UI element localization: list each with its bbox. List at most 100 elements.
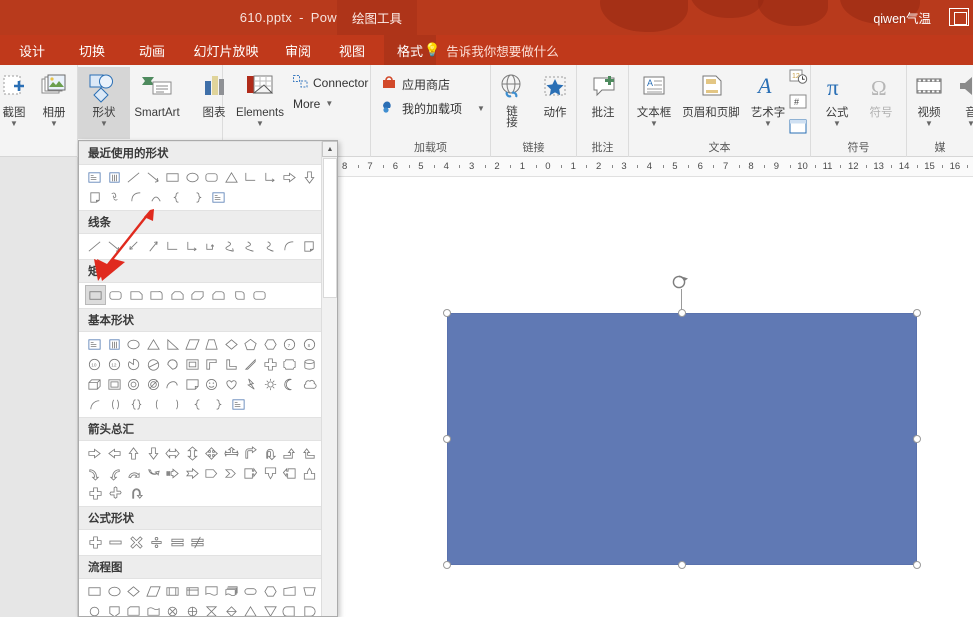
ribbon-button-wordart[interactable]: A 艺术字 ▼: [743, 67, 793, 139]
shape-gallery-item[interactable]: [261, 167, 281, 187]
shapes-gallery-dropdown[interactable]: 最近使用的形状线条矩形基本形状781012箭头总汇公式形状流程图星与旗帜 ▲: [78, 140, 338, 617]
shape-gallery-item[interactable]: [124, 601, 144, 616]
shape-gallery-item[interactable]: [280, 374, 300, 394]
chevron-down-icon[interactable]: ▼: [10, 120, 18, 128]
shape-gallery-item[interactable]: [300, 374, 320, 394]
shape-gallery-item[interactable]: [126, 394, 147, 414]
shape-gallery-item[interactable]: [183, 581, 203, 601]
scrollbar-thumb[interactable]: [323, 158, 337, 298]
shape-gallery-item[interactable]: [124, 581, 144, 601]
shape-gallery-item[interactable]: [241, 334, 261, 354]
ribbon-button-header-footer[interactable]: 页眉和页脚: [677, 67, 745, 139]
shape-gallery-item[interactable]: [280, 601, 300, 616]
shape-gallery-item[interactable]: [280, 354, 300, 374]
resize-handle-sw[interactable]: [443, 561, 451, 569]
ribbon-button-smartart[interactable]: SmartArt: [126, 67, 188, 139]
shape-gallery-item[interactable]: [144, 463, 164, 483]
shape-gallery-item[interactable]: [202, 167, 222, 187]
rotate-icon[interactable]: [671, 273, 690, 292]
shape-gallery-item[interactable]: [208, 285, 229, 305]
chevron-down-icon[interactable]: ▼: [925, 120, 933, 128]
shape-gallery-item[interactable]: [144, 601, 164, 616]
ribbon-button-hyperlink[interactable]: 链接: [491, 67, 533, 139]
shape-gallery-item[interactable]: [241, 443, 261, 463]
shape-gallery-item[interactable]: [300, 601, 320, 616]
ribbon-button-photo-album[interactable]: 相册 ▼: [28, 67, 80, 139]
shape-gallery-item[interactable]: [85, 374, 105, 394]
shape-gallery-item[interactable]: [261, 443, 281, 463]
shape-gallery-item[interactable]: [106, 394, 127, 414]
shape-gallery-item[interactable]: [183, 443, 203, 463]
shape-gallery-item[interactable]: [105, 463, 125, 483]
shape-gallery-item[interactable]: [183, 601, 203, 616]
shape-gallery-item[interactable]: [105, 167, 125, 187]
resize-handle-se[interactable]: [913, 561, 921, 569]
shape-gallery-item[interactable]: [183, 236, 203, 256]
slide-canvas[interactable]: [337, 177, 973, 617]
shape-gallery-item[interactable]: [300, 236, 320, 256]
shape-gallery-item[interactable]: [261, 354, 281, 374]
shape-gallery-item[interactable]: [85, 236, 105, 256]
chevron-down-icon[interactable]: ▼: [256, 120, 264, 128]
shape-gallery-item[interactable]: [183, 167, 203, 187]
ribbon-button-elements[interactable]: Elements ▼: [225, 67, 295, 139]
shape-gallery-item[interactable]: [147, 532, 168, 552]
shape-gallery-item[interactable]: 8: [300, 334, 320, 354]
shape-gallery-item[interactable]: [249, 285, 270, 305]
shape-gallery-item[interactable]: [188, 532, 209, 552]
ribbon-button-audio[interactable]: 音 ▼: [951, 67, 973, 139]
resize-handle-nw[interactable]: [443, 309, 451, 317]
shape-gallery-item[interactable]: [163, 334, 183, 354]
shape-gallery-item[interactable]: [241, 354, 261, 374]
shape-gallery-item[interactable]: [222, 334, 242, 354]
chevron-down-icon[interactable]: ▼: [764, 120, 772, 128]
ribbon-button-equation[interactable]: π 公式 ▼: [815, 67, 859, 139]
shape-gallery-item[interactable]: [144, 167, 164, 187]
ribbon-button-app-store[interactable]: 应用商店: [381, 75, 450, 93]
tab-transitions[interactable]: 切换: [66, 35, 118, 65]
resize-handle-ne[interactable]: [913, 309, 921, 317]
shape-gallery-item[interactable]: [106, 532, 127, 552]
shape-gallery-item[interactable]: [124, 236, 144, 256]
shape-gallery-item[interactable]: [261, 236, 281, 256]
shape-gallery-item[interactable]: [202, 374, 222, 394]
shape-gallery-item[interactable]: [300, 581, 320, 601]
shape-gallery-item[interactable]: [300, 463, 320, 483]
shape-gallery-item[interactable]: [222, 443, 242, 463]
shape-gallery-item[interactable]: [167, 394, 188, 414]
shape-gallery-item[interactable]: [105, 334, 125, 354]
chevron-down-icon[interactable]: ▼: [325, 100, 333, 108]
ribbon-button-video[interactable]: 视频 ▼: [907, 67, 951, 139]
shape-gallery-item[interactable]: [124, 334, 144, 354]
shape-gallery-item[interactable]: [147, 394, 168, 414]
shape-gallery-item[interactable]: [222, 236, 242, 256]
shape-gallery-item[interactable]: [85, 581, 105, 601]
shape-gallery-item[interactable]: [202, 443, 222, 463]
shape-gallery-item[interactable]: [163, 374, 183, 394]
shape-gallery-item[interactable]: [280, 463, 300, 483]
shape-gallery-item[interactable]: [163, 443, 183, 463]
shape-gallery-item[interactable]: [280, 581, 300, 601]
tab-view[interactable]: 视图: [328, 35, 376, 65]
shape-gallery-item[interactable]: [183, 374, 203, 394]
shape-gallery-item[interactable]: [261, 334, 281, 354]
shape-gallery-item[interactable]: [163, 463, 183, 483]
resize-handle-s[interactable]: [678, 561, 686, 569]
shape-gallery-item[interactable]: [241, 463, 261, 483]
ribbon-button-my-addins[interactable]: 我的加载项 ▼: [381, 99, 485, 117]
scroll-up-icon[interactable]: ▲: [322, 141, 337, 157]
shape-gallery-item[interactable]: [229, 394, 250, 414]
ribbon-button-shapes[interactable]: 形状 ▼: [78, 67, 130, 139]
selected-rectangle-shape[interactable]: [447, 313, 917, 565]
shape-gallery-item[interactable]: [280, 443, 300, 463]
shape-gallery-item[interactable]: [85, 187, 106, 207]
slide-thumbnail-pane[interactable]: [0, 157, 78, 617]
shape-gallery-item[interactable]: 7: [280, 334, 300, 354]
shape-gallery-item[interactable]: [208, 394, 229, 414]
shape-gallery-item[interactable]: [144, 334, 164, 354]
tab-review[interactable]: 审阅: [274, 35, 322, 65]
shape-gallery-item[interactable]: [261, 581, 281, 601]
shape-gallery-item[interactable]: [124, 374, 144, 394]
shape-gallery-item[interactable]: [261, 374, 281, 394]
shape-gallery-item[interactable]: [188, 285, 209, 305]
